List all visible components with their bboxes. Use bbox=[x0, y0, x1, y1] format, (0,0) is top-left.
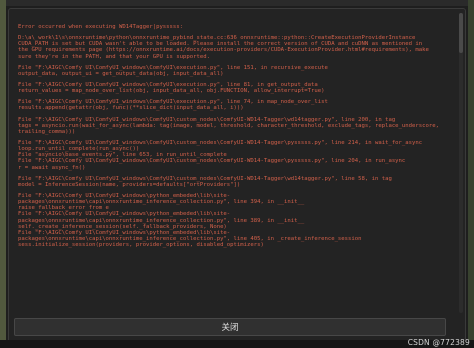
log-line: sess.initialize_session(providers, provi… bbox=[18, 242, 264, 249]
scrollbar-thumb[interactable] bbox=[459, 13, 463, 53]
log-line: the GPU requirements page (https://onnxr… bbox=[18, 47, 429, 54]
log-line: tags = asyncio.run(wait_for_async(lambda… bbox=[18, 122, 439, 129]
log-line: File "F:\AIGC\Comfy UI\ComfyUI_windows\C… bbox=[18, 116, 396, 123]
background-top-strip bbox=[6, 0, 468, 6]
log-line: File "F:\AIGC\Comfy UI\ComfyUI_windows\C… bbox=[18, 175, 392, 182]
close-button[interactable]: 关闭 bbox=[14, 318, 446, 336]
error-dialog: Error occurred when executing WD14Tagger… bbox=[8, 8, 466, 344]
watermark: CSDN @772389 bbox=[407, 338, 470, 347]
bottom-strip bbox=[0, 340, 474, 348]
error-log: Error occurred when executing WD14Tagger… bbox=[12, 12, 460, 318]
log-line: File "F:\AIGC\Comfy UI\ComfyUI_windows\C… bbox=[18, 158, 406, 165]
log-scrollbar[interactable] bbox=[459, 13, 463, 313]
background-node-edge-left bbox=[0, 0, 6, 348]
background-node-edge-right bbox=[468, 0, 474, 348]
